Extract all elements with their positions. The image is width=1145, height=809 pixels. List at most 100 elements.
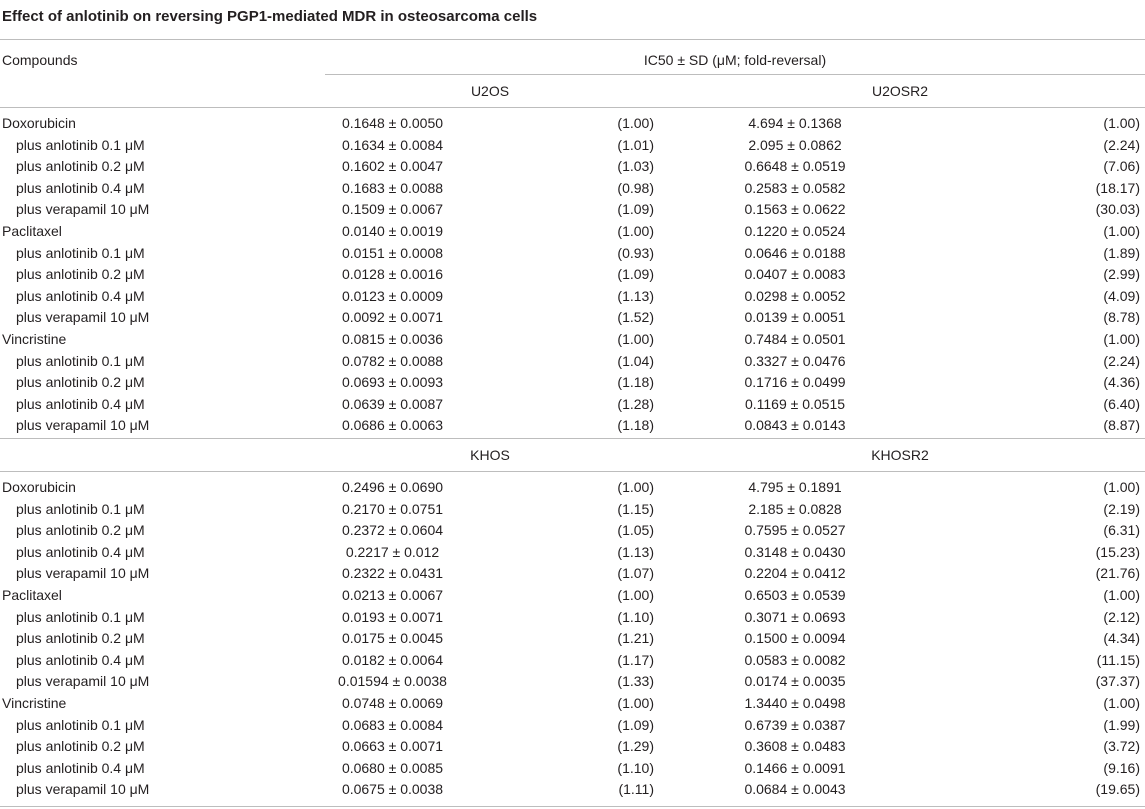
fold-reversal-resistant: (8.87) (1103, 417, 1140, 434)
ic50-value-resistant: 0.0407 ± 0.0083 (744, 266, 846, 283)
ic50-value-resistant: 2.185 ± 0.0828 (748, 500, 842, 517)
compound-name: plus anlotinib 0.2 μM (16, 158, 145, 175)
ic50-value-resistant: 0.0684 ± 0.0043 (744, 781, 846, 798)
fold-reversal-parent: (1.00) (617, 695, 654, 711)
cell-line-header-khosr2: KHOSR2 (871, 447, 929, 463)
ic50-value-resistant: 0.1716 ± 0.0499 (744, 374, 846, 391)
ic50-value-resistant: 0.3071 ± 0.0693 (744, 608, 846, 625)
fold-reversal-resistant: (21.76) (1095, 565, 1140, 582)
fold-reversal-parent: (1.18) (617, 374, 654, 391)
table-row: plus anlotinib 0.1 μM 0.2170 ± 0.0751 (1.1… (0, 499, 1145, 521)
ic50-value-parent: 0.0748 ± 0.0069 (341, 695, 444, 711)
ic50-value-parent: 0.01594 ± 0.0038 (338, 673, 447, 690)
table-row: Paclitaxel 0.0140 ± 0.0019 (1.00) 0.1220 ± … (0, 221, 1145, 243)
fold-reversal-resistant: (4.09) (1103, 287, 1140, 304)
fold-reversal-resistant: (4.36) (1103, 374, 1140, 391)
ic50-value-parent: 0.1602 ± 0.0047 (341, 158, 444, 175)
table-row: plus verapamil 10 μM 0.2322 ± 0.0431 (1.07… (0, 563, 1145, 585)
fold-reversal-parent: (0.93) (617, 244, 654, 261)
fold-reversal-resistant: (6.31) (1103, 522, 1140, 539)
compound-name: plus anlotinib 0.1 μM (16, 352, 145, 369)
table-row: Vincristine 0.0748 ± 0.0069 (1.00) 1.3440 ±… (0, 693, 1145, 715)
ic50-value-resistant: 1.3440 ± 0.0498 (744, 695, 846, 711)
table-row: plus anlotinib 0.4 μM 0.0680 ± 0.0085 (1.1… (0, 758, 1145, 780)
compound-name: plus anlotinib 0.1 μM (16, 244, 145, 261)
fold-reversal-parent: (1.28) (617, 395, 654, 412)
header-rule (0, 107, 1145, 108)
compound-name: plus anlotinib 0.4 μM (16, 179, 145, 196)
fold-reversal-parent: (1.00) (617, 331, 654, 347)
section-divider (0, 438, 1145, 439)
ic50-value-parent: 0.0815 ± 0.0036 (341, 331, 444, 347)
bottom-rule (0, 806, 1145, 807)
compound-name: plus anlotinib 0.1 μM (16, 608, 145, 625)
fold-reversal-parent: (1.07) (617, 565, 654, 582)
ic50-value-parent: 0.2496 ± 0.0690 (341, 479, 444, 495)
fold-reversal-parent: (1.09) (617, 201, 654, 218)
ic50-value-resistant: 0.1500 ± 0.0094 (744, 630, 846, 647)
ic50-value-parent: 0.1509 ± 0.0067 (341, 201, 444, 218)
cell-line-header-u2osr2: U2OSR2 (871, 83, 929, 99)
fold-reversal-resistant: (1.00) (1103, 115, 1140, 131)
fold-reversal-resistant: (2.99) (1103, 266, 1140, 283)
compound-name: plus verapamil 10 μM (16, 417, 150, 434)
compound-name: plus anlotinib 0.2 μM (16, 630, 145, 647)
table-row: Doxorubicin 0.2496 ± 0.0690 (1.00) 4.795 ± … (0, 477, 1145, 499)
compound-name: plus anlotinib 0.1 μM (16, 716, 145, 733)
fold-reversal-parent: (1.13) (617, 287, 654, 304)
fold-reversal-parent: (1.10) (617, 608, 654, 625)
table-row: plus verapamil 10 μM 0.01594 ± 0.0038 (1.3… (0, 671, 1145, 693)
compounds-header: Compounds (2, 52, 78, 68)
fold-reversal-parent: (1.21) (617, 630, 654, 647)
table-row: plus anlotinib 0.2 μM 0.0175 ± 0.0045 (1.2… (0, 628, 1145, 650)
fold-reversal-parent: (1.00) (617, 479, 654, 495)
table-row: plus anlotinib 0.2 μM 0.0693 ± 0.0093 (1.1… (0, 372, 1145, 394)
ic50-value-resistant: 0.6739 ± 0.0387 (744, 716, 846, 733)
ic50-value-resistant: 0.6648 ± 0.0519 (744, 158, 846, 175)
ic50-value-parent: 0.2372 ± 0.0604 (341, 522, 444, 539)
table-row: Paclitaxel 0.0213 ± 0.0067 (1.00) 0.6503 ± … (0, 585, 1145, 607)
fold-reversal-resistant: (15.23) (1095, 543, 1140, 560)
table-row: Vincristine 0.0815 ± 0.0036 (1.00) 0.7484 ±… (0, 329, 1145, 351)
fold-reversal-resistant: (1.00) (1103, 479, 1140, 495)
table-row: plus verapamil 10 μM 0.0092 ± 0.0071 (1.52… (0, 307, 1145, 329)
ic50-value-parent: 0.0128 ± 0.0016 (341, 266, 444, 283)
compound-name: plus verapamil 10 μM (16, 201, 150, 218)
fold-reversal-resistant: (7.06) (1103, 158, 1140, 175)
fold-reversal-resistant: (1.00) (1103, 695, 1140, 711)
ic50-value-resistant: 0.0843 ± 0.0143 (744, 417, 846, 434)
table-row: plus anlotinib 0.2 μM 0.2372 ± 0.0604 (1.0… (0, 520, 1145, 542)
ic50-value-resistant: 0.2583 ± 0.0582 (744, 179, 846, 196)
ic50-value-parent: 0.0213 ± 0.0067 (341, 587, 444, 603)
table-row: plus anlotinib 0.1 μM 0.0193 ± 0.0071 (1.1… (0, 607, 1145, 629)
fold-reversal-resistant: (19.65) (1095, 781, 1140, 798)
ic50-value-resistant: 0.7595 ± 0.0527 (744, 522, 846, 539)
fold-reversal-resistant: (1.00) (1103, 331, 1140, 347)
ic50-value-parent: 0.1683 ± 0.0088 (341, 179, 444, 196)
table-row: plus anlotinib 0.4 μM 0.2217 ± 0.012 (1.13… (0, 542, 1145, 564)
fold-reversal-resistant: (9.16) (1103, 759, 1140, 776)
fold-reversal-resistant: (3.72) (1103, 738, 1140, 755)
ic50-value-resistant: 0.1466 ± 0.0091 (744, 759, 846, 776)
ic50-value-parent: 0.0175 ± 0.0045 (341, 630, 444, 647)
fold-reversal-resistant: (2.19) (1103, 500, 1140, 517)
compound-name: Doxorubicin (2, 115, 76, 131)
fold-reversal-parent: (1.03) (617, 158, 654, 175)
table-row: plus anlotinib 0.2 μM 0.1602 ± 0.0047 (1.0… (0, 156, 1145, 178)
compound-name: plus anlotinib 0.2 μM (16, 738, 145, 755)
cell-line-header-khos: KHOS (470, 447, 510, 463)
compound-name: plus anlotinib 0.1 μM (16, 500, 145, 517)
fold-reversal-parent: (1.09) (617, 716, 654, 733)
fold-reversal-resistant: (1.89) (1103, 244, 1140, 261)
ic50-value-resistant: 0.3608 ± 0.0483 (744, 738, 846, 755)
compound-name: plus anlotinib 0.4 μM (16, 395, 145, 412)
ic50-value-parent: 0.0092 ± 0.0071 (341, 309, 444, 326)
table-row: plus anlotinib 0.4 μM 0.0123 ± 0.0009 (1.1… (0, 286, 1145, 308)
fold-reversal-resistant: (1.00) (1103, 223, 1140, 239)
ic50-value-parent: 0.0686 ± 0.0063 (341, 417, 444, 434)
fold-reversal-parent: (1.18) (617, 417, 654, 434)
compound-name: plus anlotinib 0.4 μM (16, 651, 145, 668)
ic50-value-resistant: 0.1563 ± 0.0622 (744, 201, 846, 218)
fold-reversal-resistant: (6.40) (1103, 395, 1140, 412)
table-row: plus anlotinib 0.1 μM 0.0683 ± 0.0084 (1.0… (0, 715, 1145, 737)
